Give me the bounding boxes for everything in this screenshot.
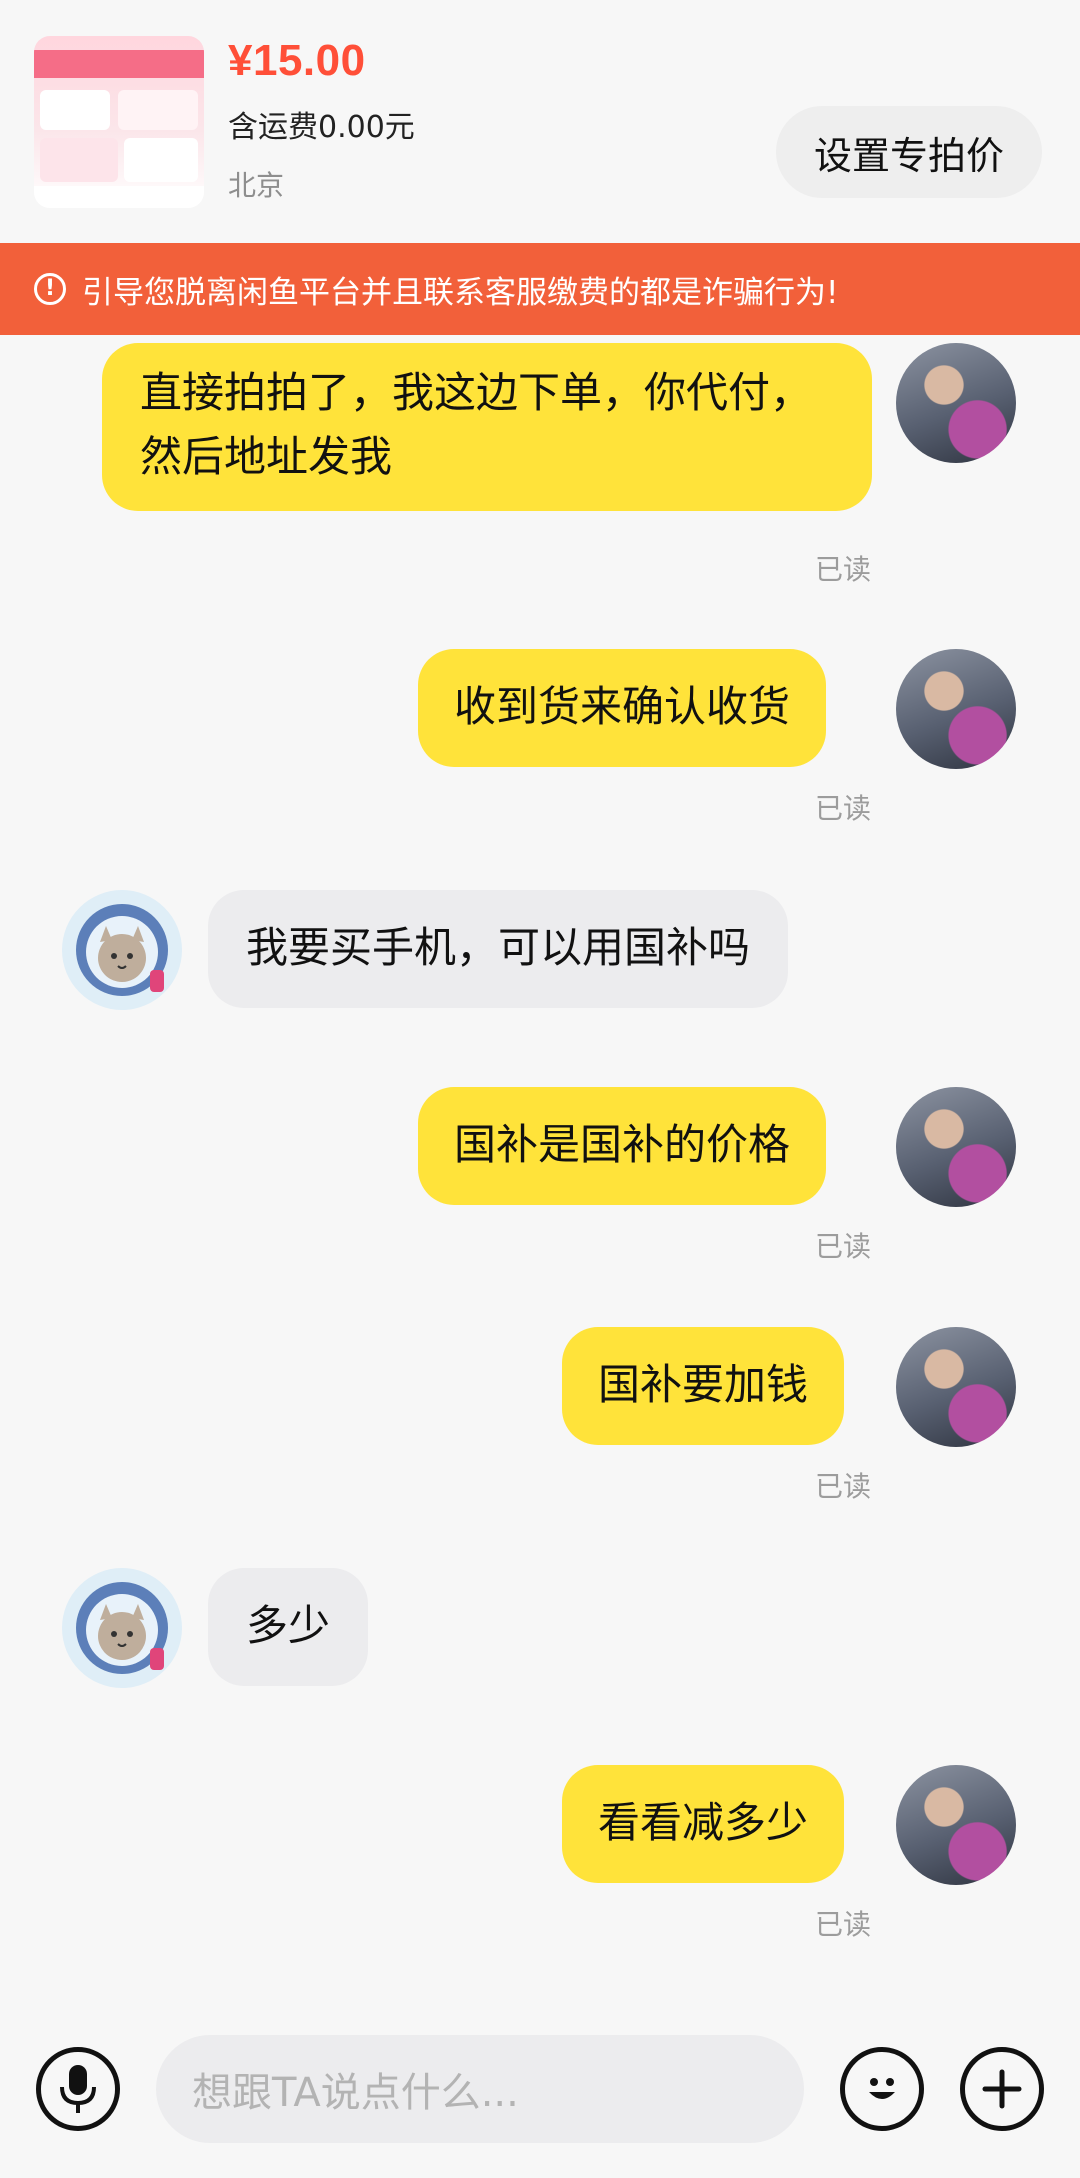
my-avatar[interactable]	[896, 649, 1016, 769]
message-bubble-other[interactable]: 我要买手机，可以用国补吗	[208, 890, 789, 1008]
product-location: 北京	[228, 169, 285, 202]
message-text: 收到货来确认收货	[454, 682, 791, 731]
voice-input-button[interactable]	[36, 2047, 120, 2131]
message-bubble-mine[interactable]: 看看减多少	[562, 1765, 845, 1883]
my-avatar[interactable]	[896, 1765, 1016, 1885]
message-text: 我要买手机，可以用国补吗	[246, 923, 751, 972]
fraud-warning-banner: ! 引导您脱离闲鱼平台并且联系客服缴费的都是诈骗行为!	[0, 243, 1080, 335]
message-bubble-other[interactable]: 多少	[208, 1568, 369, 1686]
product-thumbnail[interactable]	[34, 36, 204, 208]
message-bubble-mine[interactable]: 国补是国补的价格	[418, 1087, 827, 1205]
message-bubble-mine[interactable]: 收到货来确认收货	[418, 649, 827, 767]
message-input[interactable]: 想跟TA说点什么...	[156, 2035, 804, 2143]
message-text: 国补是国补的价格	[454, 1120, 791, 1169]
input-placeholder: 想跟TA说点什么...	[192, 2070, 519, 2116]
my-avatar[interactable]	[896, 343, 1016, 463]
read-status: 已读	[815, 553, 872, 586]
message-text: 看看减多少	[598, 1798, 809, 1847]
chat-list[interactable]: 直接拍拍了，我这边下单，你代付，然后地址发我 已读 收到货来确认收货 已读 我要…	[0, 335, 1080, 2015]
product-card[interactable]: ¥15.00 含运费0.00元 北京 设置专拍价	[0, 0, 1080, 243]
microphone-icon	[60, 2065, 96, 2113]
read-status: 已读	[815, 1908, 872, 1941]
message-text: 多少	[246, 1601, 331, 1650]
shipping-fee: 含运费0.00元	[228, 110, 415, 145]
warning-icon: !	[34, 273, 66, 305]
cat-astronaut-icon	[76, 1582, 168, 1674]
message-bubble-mine[interactable]: 国补要加钱	[562, 1327, 845, 1445]
message-bubble-mine[interactable]: 直接拍拍了，我这边下单，你代付，然后地址发我	[102, 343, 872, 511]
message-text: 国补要加钱	[598, 1360, 809, 1409]
read-status: 已读	[815, 1470, 872, 1503]
my-avatar[interactable]	[896, 1327, 1016, 1447]
plus-icon	[982, 2069, 1022, 2109]
emoji-button[interactable]	[840, 2047, 924, 2131]
read-status: 已读	[815, 792, 872, 825]
cat-astronaut-icon	[76, 904, 168, 996]
more-options-button[interactable]	[960, 2047, 1044, 2131]
set-special-price-button[interactable]: 设置专拍价	[776, 106, 1042, 198]
message-text: 直接拍拍了，我这边下单，你代付，然后地址发我	[140, 368, 813, 481]
my-avatar[interactable]	[896, 1087, 1016, 1207]
read-status: 已读	[815, 1230, 872, 1263]
message-input-bar: 想跟TA说点什么...	[0, 2015, 1080, 2178]
product-price: ¥15.00	[228, 36, 366, 85]
warning-text: 引导您脱离闲鱼平台并且联系客服缴费的都是诈骗行为!	[82, 274, 839, 311]
emoji-icon	[869, 2078, 895, 2099]
other-user-avatar[interactable]	[62, 1568, 182, 1688]
other-user-avatar[interactable]	[62, 890, 182, 1010]
